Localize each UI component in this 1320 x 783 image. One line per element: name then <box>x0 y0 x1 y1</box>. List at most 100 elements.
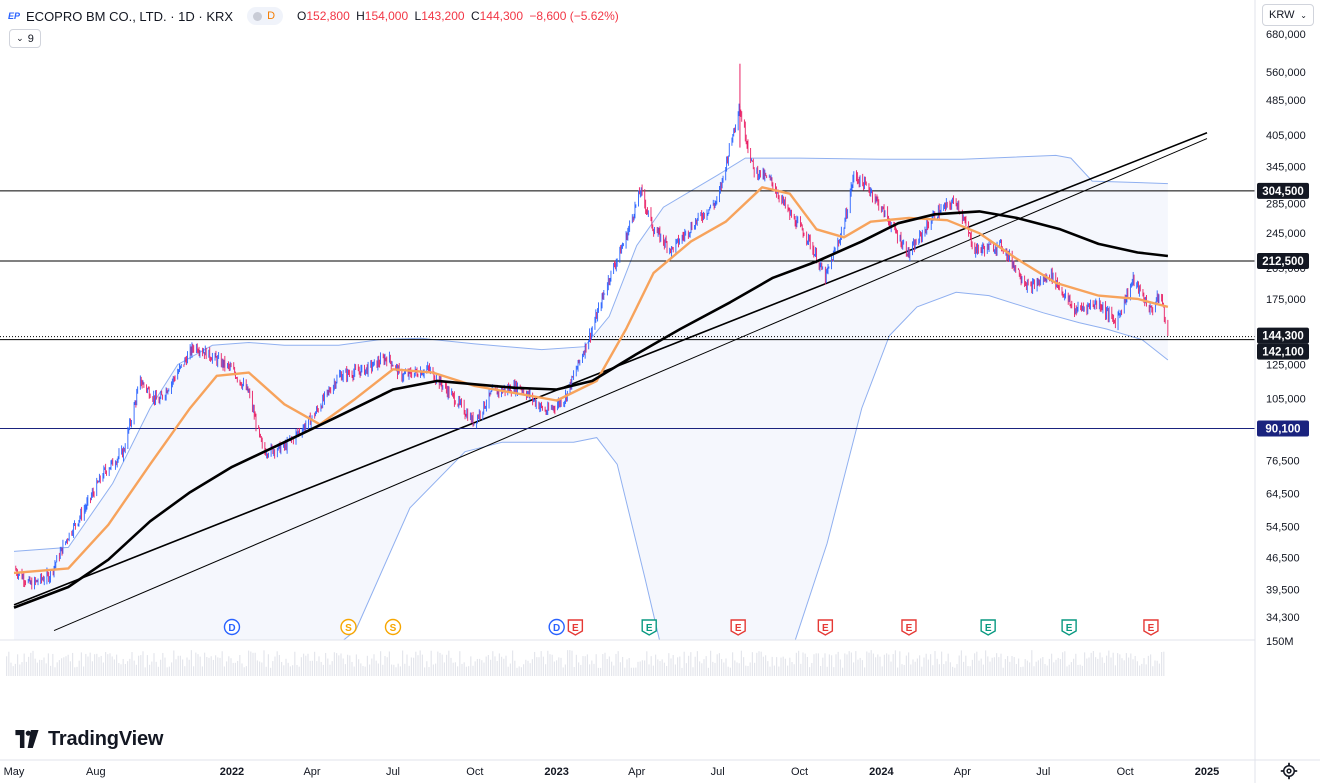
volume-bar <box>1132 659 1134 676</box>
event-marker-letter: E <box>572 623 579 634</box>
delay-badge[interactable]: D <box>247 7 284 25</box>
volume-bar <box>50 665 52 676</box>
volume-bar <box>976 651 978 676</box>
volume-bar <box>105 652 107 676</box>
volume-bar <box>226 661 228 676</box>
volume-bar <box>1007 656 1009 676</box>
volume-bar <box>793 664 795 676</box>
volume-bar <box>474 661 476 676</box>
volume-bar <box>558 657 560 676</box>
volume-bar <box>311 660 313 676</box>
volume-bar <box>668 653 670 676</box>
volume-bar <box>534 651 536 676</box>
volume-bar <box>1123 660 1125 676</box>
volume-bar <box>94 654 96 676</box>
volume-bar <box>146 655 148 676</box>
volume-bar <box>274 656 276 676</box>
volume-bar <box>1106 655 1108 676</box>
volume-bar <box>454 662 456 676</box>
volume-bar <box>985 650 987 676</box>
time-axis-tick-label: Jul <box>711 766 725 778</box>
volume-bar <box>758 651 760 676</box>
volume-bar <box>1079 664 1081 676</box>
volume-bar <box>857 659 859 676</box>
volume-bar <box>652 665 654 676</box>
volume-bar <box>998 657 1000 676</box>
volume-bar <box>498 653 500 676</box>
volume-bar <box>646 651 648 676</box>
gear-icon[interactable] <box>1280 762 1298 780</box>
price-chart[interactable]: D S S D E E E E E E E E 680,000 560,000 485,000 405,000… <box>0 0 1320 783</box>
volume-bar <box>899 651 901 676</box>
volume-bar <box>571 650 573 676</box>
volume-bar <box>1004 659 1006 676</box>
volume-bar <box>980 658 982 676</box>
legend-collapse-button[interactable]: ⌄ 9 <box>9 29 41 48</box>
volume-bar <box>842 667 844 676</box>
volume-bar <box>1068 664 1070 676</box>
volume-bar <box>199 656 201 676</box>
symbol-title[interactable]: ECOPRO BM CO., LTD. · 1D · KRX <box>26 9 233 24</box>
event-marker-letter: D <box>228 623 235 634</box>
volume-bar <box>1150 654 1152 676</box>
volume-bar <box>749 662 751 676</box>
volume-bar <box>754 662 756 676</box>
change-value: −8,600 (−5.62%) <box>529 9 619 23</box>
volume-bar <box>111 656 113 676</box>
volume-bar <box>391 664 393 676</box>
event-marker: E <box>641 619 657 636</box>
volume-bar <box>98 657 100 676</box>
volume-bar <box>410 657 412 676</box>
time-axis-tick-label: Jul <box>386 766 400 778</box>
volume-bar <box>745 665 747 676</box>
currency-selector[interactable]: KRW ⌄ <box>1262 4 1314 26</box>
symbol-logo-icon: EP <box>8 11 21 21</box>
volume-bar <box>1009 661 1011 676</box>
volume-bar <box>19 664 21 676</box>
volume-bar <box>1048 658 1050 676</box>
volume-bar <box>36 662 38 676</box>
open-value: 152,800 <box>306 9 350 23</box>
time-axis-tick-label: Oct <box>791 766 808 778</box>
volume-bar <box>430 650 432 676</box>
volume-bar <box>201 666 203 676</box>
tradingview-logo[interactable]: TradingView <box>12 727 163 751</box>
volume-bar <box>287 662 289 676</box>
volume-bar <box>234 662 236 676</box>
volume-bar <box>974 653 976 676</box>
volume-bar <box>859 657 861 676</box>
volume-bar <box>1114 665 1116 676</box>
volume-bar <box>683 651 685 676</box>
volume-bar <box>39 659 41 676</box>
volume-bar <box>151 661 153 676</box>
event-marker: D <box>223 618 241 636</box>
volume-bar <box>916 658 918 676</box>
volume-bar <box>408 665 410 676</box>
volume-bar <box>446 654 448 676</box>
volume-bar <box>1101 657 1103 676</box>
volume-bar <box>553 661 555 676</box>
volume-bar <box>166 667 168 676</box>
volume-bar <box>789 657 791 676</box>
volume-bar <box>861 660 863 676</box>
volume-bar <box>800 663 802 676</box>
volume-bar <box>655 654 657 676</box>
volume-bar <box>593 663 595 676</box>
high-value: 154,000 <box>364 9 409 23</box>
volume-bar <box>492 651 494 676</box>
volume-bar <box>751 652 753 676</box>
volume-bar <box>914 661 916 676</box>
volume-bar <box>261 662 263 676</box>
volume-bar <box>164 657 166 676</box>
volume-bar <box>727 666 729 676</box>
volume-bar <box>1092 651 1094 676</box>
level-price-label: 90,100 <box>1265 423 1300 435</box>
volume-bar <box>351 661 353 676</box>
volume-bar <box>133 660 135 676</box>
volume-bar <box>1112 652 1114 676</box>
volume-bar <box>943 664 945 676</box>
volume-bar <box>292 665 294 676</box>
chart-root[interactable]: D S S D E E E E E E E E 680,000 560,000 485,000 405,000… <box>0 0 1320 783</box>
volume-bar <box>1145 664 1147 676</box>
volume-bar <box>463 662 465 676</box>
